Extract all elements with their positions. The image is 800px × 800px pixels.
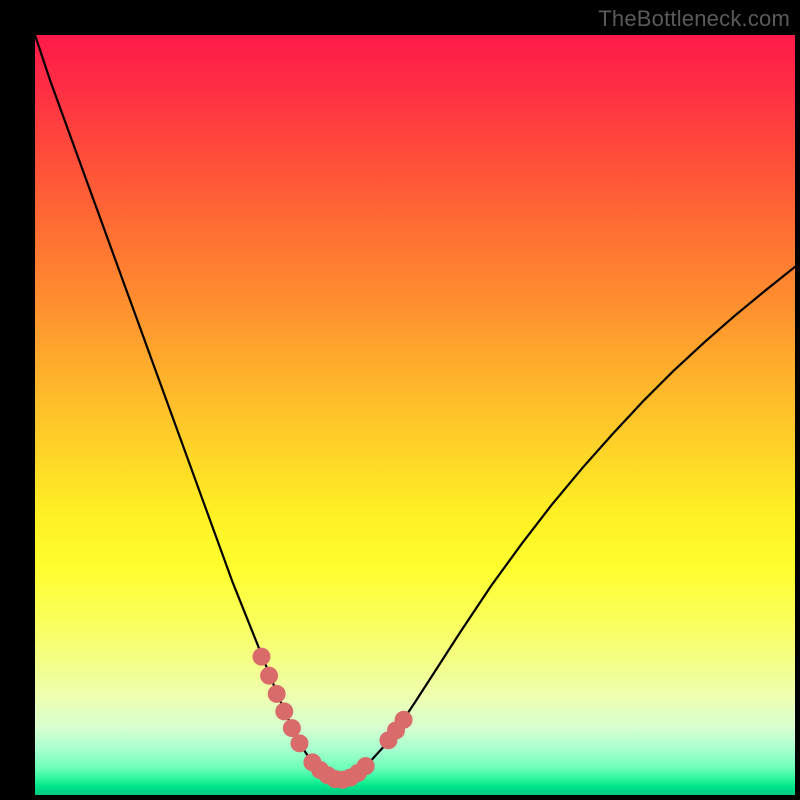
optimal-zone-left-dot <box>260 667 278 685</box>
optimal-zone-markers <box>252 648 412 789</box>
watermark-text: TheBottleneck.com <box>598 6 790 32</box>
optimal-zone-left-dot <box>275 702 293 720</box>
optimal-zone-left-dot <box>252 648 270 666</box>
optimal-zone-right-dot <box>395 711 413 729</box>
optimal-zone-bottom-dot <box>357 757 375 775</box>
bottleneck-curve <box>35 35 795 780</box>
optimal-zone-left-dot <box>290 734 308 752</box>
optimal-zone-left-dot <box>268 685 286 703</box>
curve-layer <box>35 35 795 795</box>
chart-frame: TheBottleneck.com <box>0 0 800 800</box>
plot-area <box>35 35 795 795</box>
